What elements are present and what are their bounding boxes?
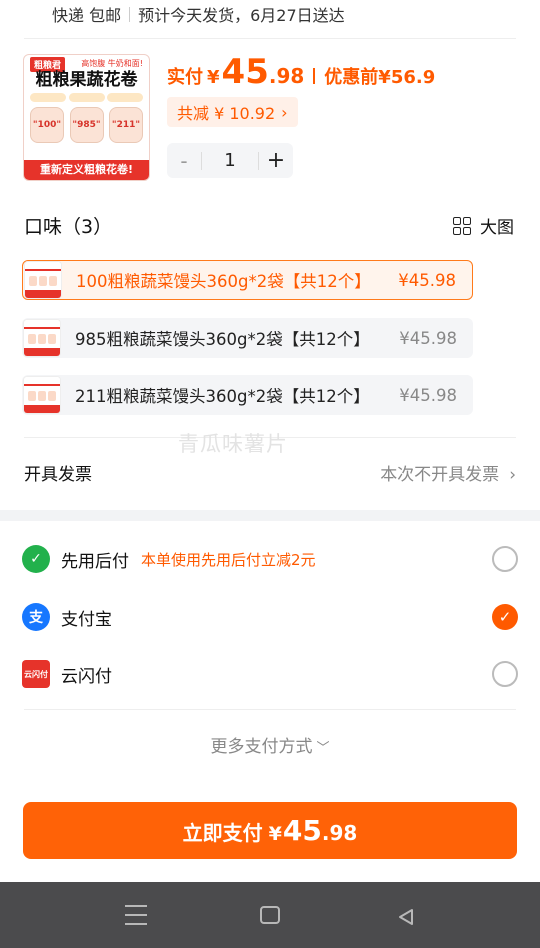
product-image-footer: 重新定义粗粮花卷! [24,160,149,180]
big-view-button[interactable]: 大图 [453,213,514,238]
payment-option-pay-later[interactable]: ✓ 先用后付 本单使用先用后付立减2元 [22,539,518,579]
quantity-stepper: - 1 + [167,143,293,178]
invoice-row[interactable]: 开具发票 本次不开具发票 › [24,452,516,492]
divider [24,709,516,710]
shipping-method: 快递 包邮 [52,6,122,25]
price-decimal: .98 [268,64,305,88]
flavor-option-211[interactable]: 211粗粮蔬菜馒头360g*2袋【共12个】 ¥45.98 [22,375,473,415]
product-image-title: 粗粮果蔬花卷 [35,70,138,90]
bun-985: "985" [69,107,104,143]
more-payment-methods[interactable]: 更多支付方式 ﹀ [0,732,540,757]
grid-icon [453,216,471,235]
flavor-thumbnail [23,376,61,414]
radio-button-checked[interactable]: ✓ [492,604,518,630]
flavor-option-price: ¥45.98 [399,328,457,348]
increment-button[interactable]: + [259,148,293,173]
payment-name: 支付宝 [61,609,112,630]
flavor-option-name: 985粗粮蔬菜馒头360g*2袋【共12个】 [75,330,370,349]
pay-button-amount-integer: 45 [282,814,322,847]
payment-name: 先用后付 [61,551,129,572]
shipping-estimate: 预计今天发货，6月27日送达 [138,6,345,25]
payment-option-unionpay[interactable]: 云闪付 云闪付 [22,654,518,694]
price-integer: 45 [221,52,269,92]
radio-button[interactable] [492,661,518,687]
pay-now-button[interactable]: 立即支付 ¥ 45 .98 [23,802,517,859]
bun-100: "100" [30,107,64,143]
alipay-icon: 支 [22,603,50,631]
system-navigation-bar [0,882,540,948]
pay-button-label: 立即支付 [182,821,263,845]
invoice-value-text: 本次不开具发票 [380,464,500,485]
original-price-label: 优惠前 [324,67,379,88]
pay-button-currency: ¥ [268,823,282,845]
flavor-option-price: ¥45.98 [399,385,457,405]
flavor-option-price: ¥45.98 [398,270,456,290]
menu-icon[interactable] [123,905,149,925]
shipping-row: 快递 包邮 预计今天发货，6月27日送达 [52,0,345,28]
invoice-label: 开具发票 [24,464,92,485]
divider [24,38,516,39]
original-price: ¥56.9 [378,67,436,88]
wallet-icon: ✓ [22,545,50,573]
product-image-tag: 高饱腹 牛奶和面! [81,59,143,68]
discount-badge[interactable]: 共减 ¥ 10.92 › [167,97,298,127]
flavor-option-name: 211粗粮蔬菜馒头360g*2袋【共12个】 [75,387,370,406]
invoice-value: 本次不开具发票 › [380,460,516,485]
payment-name: 云闪付 [61,666,112,687]
pay-button-amount-decimal: .98 [321,821,358,845]
flavor-thumbnail [24,261,62,299]
product-image-chips [30,93,143,102]
price-currency: ¥ [207,67,220,88]
section-gap [0,510,540,521]
quantity-value[interactable]: 1 [201,151,259,170]
back-icon[interactable] [393,904,419,930]
unionpay-icon: 云闪付 [22,660,50,688]
price-line: 实付 ¥ 45 .98 优惠前 ¥56.9 [167,52,435,92]
product-image-buns: "100" "985" "211" [30,107,143,143]
payment-promo: 本单使用先用后付立减2元 [141,550,316,569]
decrement-button[interactable]: - [167,149,201,173]
divider [129,6,131,22]
big-view-label: 大图 [480,218,514,238]
product-image[interactable]: 粗粮君 高饱腹 牛奶和面! 粗粮果蔬花卷 "100" "985" "211" 重… [23,54,150,181]
discount-text: 共减 ¥ 10.92 [177,104,276,123]
payment-option-alipay[interactable]: 支 支付宝 ✓ [22,597,518,637]
flavor-thumbnail [23,319,61,357]
home-icon[interactable] [260,906,280,924]
chevron-down-icon: ﹀ [316,741,330,756]
flavor-option-name: 100粗粮蔬菜馒头360g*2袋【共12个】 [76,272,371,291]
flavor-option-100[interactable]: 100粗粮蔬菜馒头360g*2袋【共12个】 ¥45.98 [22,260,473,300]
price-label: 实付 [167,67,203,88]
bun-211: "211" [109,107,143,143]
flavor-option-985[interactable]: 985粗粮蔬菜馒头360g*2袋【共12个】 ¥45.98 [22,318,473,358]
radio-button[interactable] [492,546,518,572]
chevron-right-icon: › [281,102,288,122]
divider [313,68,316,84]
chevron-right-icon: › [509,464,516,485]
more-payment-label: 更多支付方式 [210,737,313,757]
flavor-section-title: 口味（3） [24,216,113,238]
